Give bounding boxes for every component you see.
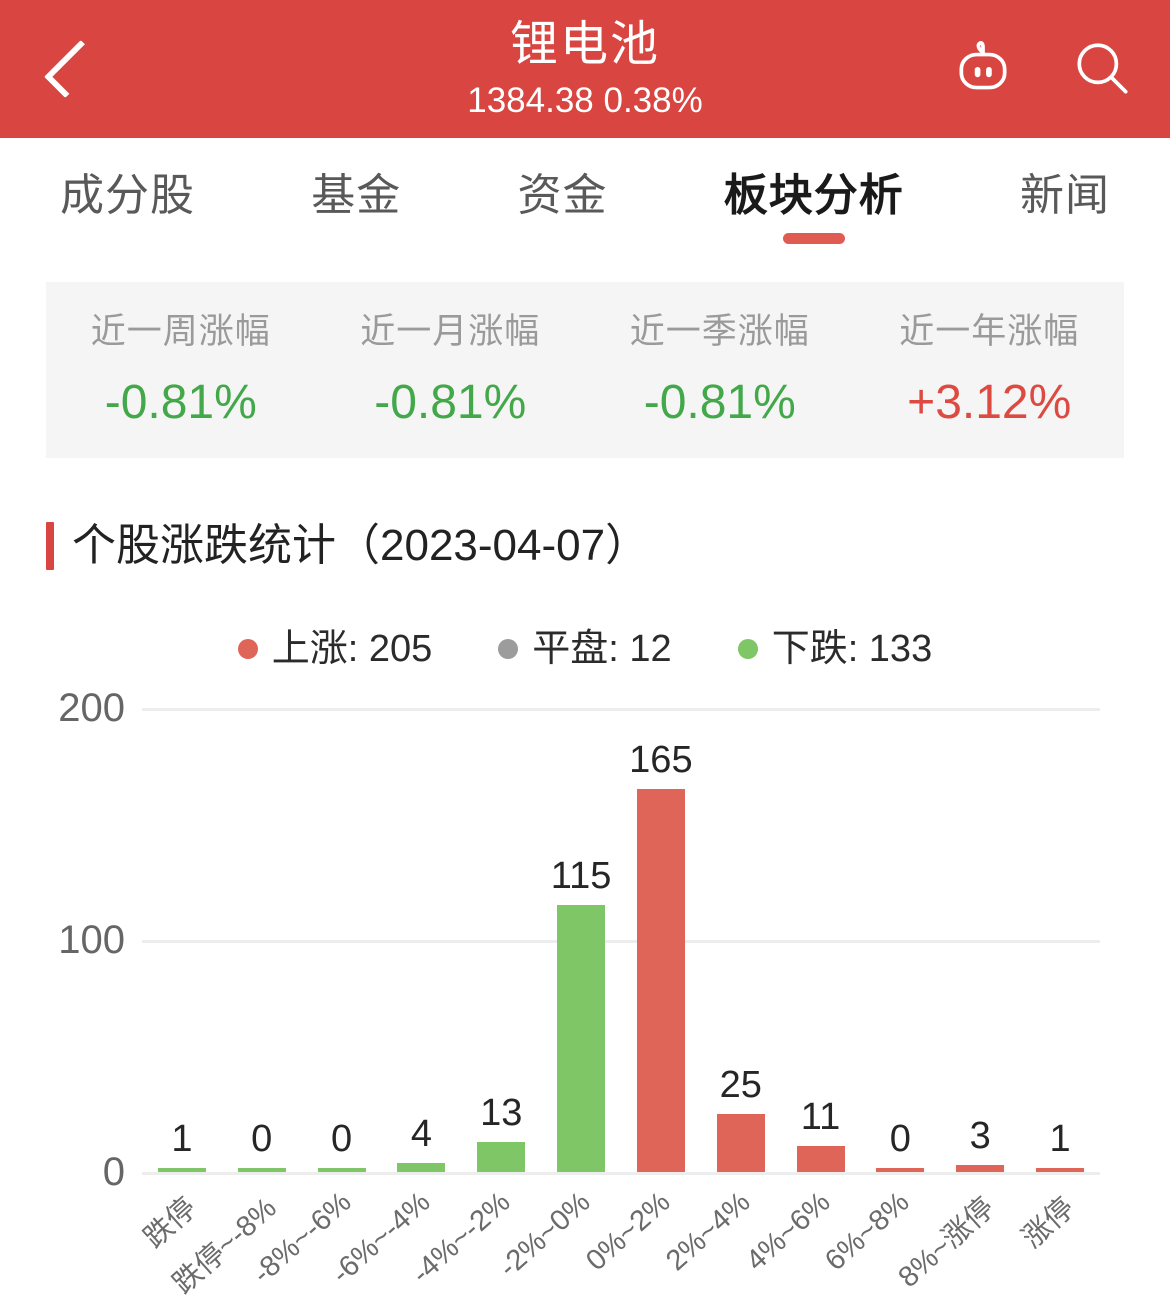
bar-slot[interactable]: 1 xyxy=(1020,708,1100,1172)
legend-item-flat[interactable]: 平盘: 12 xyxy=(498,628,672,670)
chart-legend: 上涨: 205 平盘: 12 下跌: 133 xyxy=(0,630,1170,668)
bar-slot[interactable]: 25 xyxy=(701,708,781,1172)
legend-dot-flat-icon xyxy=(498,639,519,659)
legend-label-up: 上涨: 205 xyxy=(271,628,433,670)
stat-month-value: -0.81% xyxy=(374,375,527,429)
bar-slot[interactable]: 11 xyxy=(781,708,861,1172)
section-accent-bar xyxy=(46,522,54,570)
section-title-text: 个股涨跌统计（2023-04-07） xyxy=(72,521,650,570)
stat-week-value: -0.81% xyxy=(104,375,257,429)
tab-news[interactable]: 新闻 xyxy=(1020,174,1110,244)
legend-dot-up-icon xyxy=(237,639,258,659)
back-button[interactable] xyxy=(38,29,108,109)
tab-bar: 成分股 基金 资金 板块分析 新闻 xyxy=(0,138,1170,274)
stat-month-label: 近一月涨幅 xyxy=(360,311,541,351)
stat-quarter-value: -0.81% xyxy=(643,375,796,429)
y-axis-tick-label: 200 xyxy=(58,686,125,730)
tab-constituents[interactable]: 成分股 xyxy=(60,174,195,244)
bar-slot[interactable]: 3 xyxy=(940,708,1020,1172)
stat-year: 近一年涨幅 +3.12% xyxy=(855,314,1125,427)
tab-capital[interactable]: 资金 xyxy=(518,174,608,244)
legend-item-up[interactable]: 上涨: 205 xyxy=(237,628,433,670)
legend-dot-down-icon xyxy=(737,639,758,659)
robot-icon[interactable] xyxy=(950,36,1016,102)
x-axis-label-slot: 涨停 xyxy=(1016,1180,1100,1304)
bar-slot[interactable]: 165 xyxy=(621,708,701,1172)
chart-plot-area: 1 0 0 4 13 115 165 25 11 0 3 1 xyxy=(142,708,1100,1175)
stat-year-value: +3.12% xyxy=(907,375,1072,429)
legend-label-flat: 平盘: 12 xyxy=(532,628,672,670)
stat-year-label: 近一年涨幅 xyxy=(899,311,1080,351)
tab-sector-analysis[interactable]: 板块分析 xyxy=(724,174,904,244)
y-axis-tick-label: 0 xyxy=(102,1150,125,1194)
search-icon[interactable] xyxy=(1070,36,1136,102)
performance-stats-panel: 近一周涨幅 -0.81% 近一月涨幅 -0.81% 近一季涨幅 -0.81% 近… xyxy=(46,282,1124,458)
distribution-bar-chart: 1 0 0 4 13 115 165 25 11 0 3 1 0 100 200 跌停 跌停~-8% -8%~… xyxy=(0,686,1170,1300)
header-actions xyxy=(950,36,1136,102)
bar[interactable] xyxy=(636,789,685,1172)
tab-funds[interactable]: 基金 xyxy=(311,174,401,244)
bar-slot[interactable]: 0 xyxy=(860,708,940,1172)
chevron-left-icon xyxy=(44,40,102,98)
x-axis-tick-label-text: 涨停 xyxy=(1016,1191,1081,1255)
bar-value-label: 25 xyxy=(719,1064,762,1106)
bar-slot[interactable]: 115 xyxy=(541,708,621,1172)
legend-label-down: 下跌: 133 xyxy=(771,628,933,670)
stat-quarter-label: 近一季涨幅 xyxy=(629,311,810,351)
bar-value-label: 0 xyxy=(251,1118,273,1160)
bar-slot[interactable]: 4 xyxy=(381,708,461,1172)
stat-month: 近一月涨幅 -0.81% xyxy=(316,314,586,427)
stat-week-label: 近一周涨幅 xyxy=(90,311,271,351)
legend-item-down[interactable]: 下跌: 133 xyxy=(737,628,933,670)
section-heading: 个股涨跌统计（2023-04-07） xyxy=(46,518,1170,574)
chart-x-axis: 跌停 跌停~-8% -8%~-6% -6%~-4% -4%~-2% -2%~0% 0%~2%… xyxy=(138,1180,1100,1304)
stat-week: 近一周涨幅 -0.81% xyxy=(46,314,316,427)
bar-slot[interactable]: 1 xyxy=(142,708,222,1172)
bar-value-label: 1 xyxy=(171,1118,193,1160)
bar-slot[interactable]: 13 xyxy=(461,708,541,1172)
x-axis-label-slot: 8%~涨停 xyxy=(893,1180,1020,1304)
stat-quarter: 近一季涨幅 -0.81% xyxy=(585,314,855,427)
bar-value-label: 165 xyxy=(629,739,693,782)
bar-slot[interactable]: 0 xyxy=(222,708,302,1172)
app-header: 锂电池 1384.38 0.38% xyxy=(0,0,1170,138)
bar-value-label: 115 xyxy=(550,855,612,898)
bar-slot[interactable]: 0 xyxy=(302,708,382,1172)
y-axis-tick-label: 100 xyxy=(58,918,125,962)
chart-bars: 1 0 0 4 13 115 165 25 11 0 3 1 xyxy=(142,708,1100,1172)
